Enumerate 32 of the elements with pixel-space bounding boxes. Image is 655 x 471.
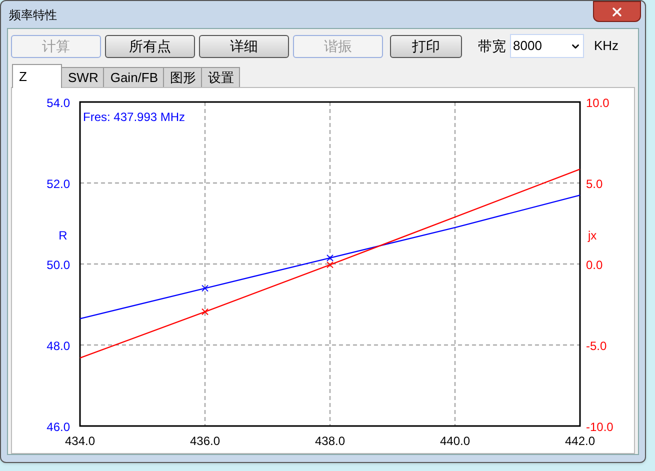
left-axis-title: R [58, 228, 68, 243]
toolbar-button[interactable]: 详细 [199, 34, 289, 58]
right-axis-tick-label: 0.0 [586, 258, 603, 272]
left-axis-tick-label: 46.0 [46, 420, 70, 434]
right-axis-tick-label: -5.0 [586, 339, 607, 353]
tab[interactable]: SWR [61, 67, 104, 88]
bandwidth-select[interactable]: 8000 [510, 34, 584, 58]
right-axis-tick-label: 5.0 [586, 177, 603, 191]
x-axis-tick-label: 440.0 [440, 434, 470, 448]
x-axis-tick-label: 438.0 [314, 434, 346, 448]
toolbar-button[interactable]: 所有点 [105, 34, 195, 58]
close-button[interactable] [593, 1, 641, 22]
right-axis-tick-label: -10.0 [586, 420, 614, 434]
close-icon [610, 4, 624, 18]
tab[interactable]: Z [12, 64, 62, 88]
tab[interactable]: 设置 [201, 67, 240, 88]
resonance-label: Fres: 437.993 MHz [83, 110, 186, 124]
right-axis-tick-label: 10.0 [586, 96, 610, 110]
x-axis-tick-label: 442.0 [564, 434, 596, 448]
unit-label: KHz [594, 37, 619, 56]
x-axis-tick-label: 434.0 [64, 434, 96, 448]
tab[interactable]: Gain/FB [103, 67, 164, 88]
x-axis-tick-label: 436.0 [190, 434, 220, 448]
bandwidth-label: 带宽 [478, 36, 506, 56]
toolbar-button[interactable]: 打印 [390, 34, 462, 58]
left-axis-tick-label: 52.0 [46, 177, 70, 191]
right-axis-title: jx [588, 228, 597, 243]
window-title: 频率特性 [9, 6, 57, 24]
left-axis-tick-label: 50.0 [46, 258, 70, 272]
left-axis-tick-label: 48.0 [46, 339, 70, 353]
tab[interactable]: 图形 [163, 67, 202, 88]
left-axis-tick-label: 54.0 [46, 96, 70, 110]
